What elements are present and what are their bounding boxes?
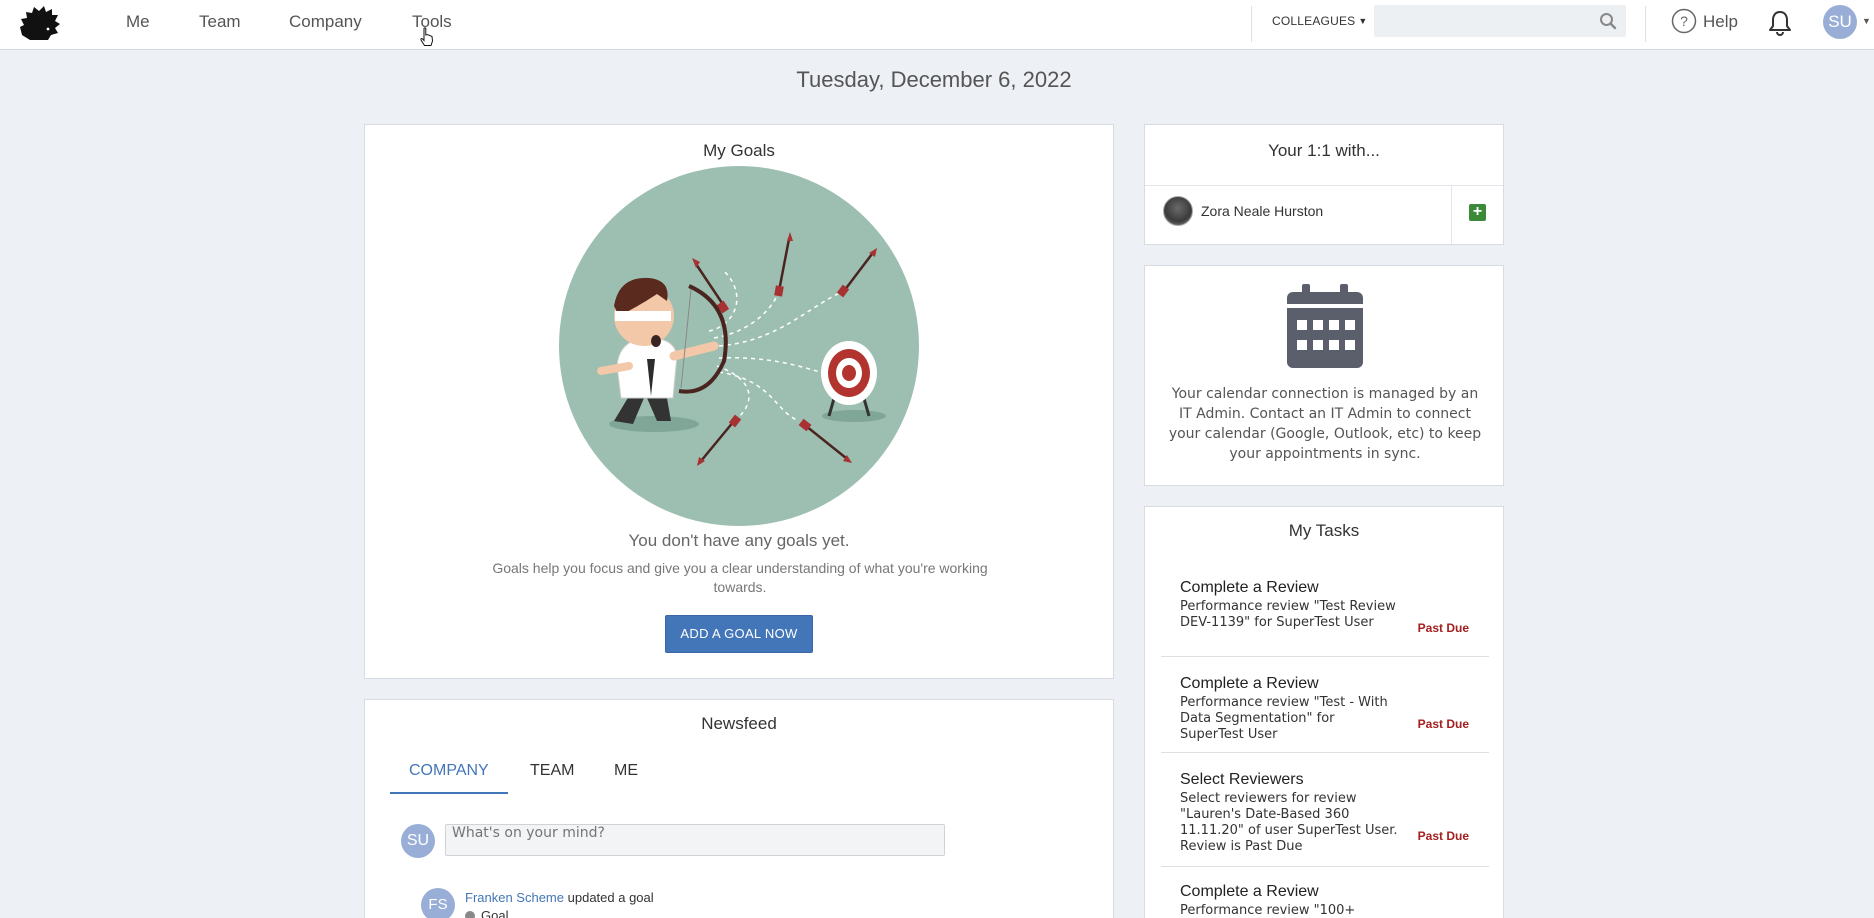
search-icon[interactable] <box>1599 12 1617 30</box>
search-input[interactable] <box>1374 5 1594 37</box>
nav-divider <box>1251 6 1252 42</box>
task-status-badge: Past Due <box>1417 717 1469 731</box>
newsfeed-title: Newsfeed <box>701 714 777 733</box>
feed-item-subject-label: Goal <box>481 908 509 918</box>
search-box <box>1374 5 1626 37</box>
task-description: Performance review "Test - With Data Seg… <box>1180 695 1388 742</box>
nav-team[interactable]: Team <box>199 12 241 32</box>
active-tab-indicator <box>390 792 508 794</box>
goal-dot-icon <box>465 911 475 918</box>
colleagues-label: COLLEAGUES <box>1272 14 1356 28</box>
tab-company[interactable]: COMPANY <box>409 762 489 780</box>
calendar-admin-message: Your calendar connection is managed by a… <box>1168 386 1482 462</box>
add-goal-button[interactable]: ADD A GOAL NOW <box>665 615 813 653</box>
feed-item-headline: Franken Scheme updated a goal <box>465 890 654 905</box>
one-on-one-person-name[interactable]: Zora Neale Hurston <box>1201 203 1323 219</box>
task-description: Select reviewers for review "Lauren's Da… <box>1180 791 1398 854</box>
calendar-card: Your calendar connection is managed by a… <box>1144 265 1504 486</box>
task-item[interactable]: Complete a Review Performance review "10… <box>1161 883 1489 918</box>
composer-avatar: SU <box>401 824 435 858</box>
goals-description: Goals help you focus and give you a clea… <box>492 560 988 595</box>
divider <box>1451 186 1452 246</box>
my-goals-card: My Goals You don't have any goals yet. G… <box>364 124 1114 679</box>
nav-company[interactable]: Company <box>289 12 362 32</box>
task-description: Performance review "Test Review DEV-1139… <box>1180 599 1396 630</box>
page-date: Tuesday, December 6, 2022 <box>796 67 1072 92</box>
task-title: Select Reviewers <box>1180 771 1304 788</box>
feed-item-action: updated a goal <box>567 890 654 905</box>
nav-me[interactable]: Me <box>126 12 150 32</box>
task-item[interactable]: Complete a Review Performance review "Te… <box>1161 675 1489 753</box>
task-title: Complete a Review <box>1180 675 1319 692</box>
caret-down-icon[interactable]: ▼ <box>1862 16 1871 26</box>
task-item[interactable]: Complete a Review Performance review "Te… <box>1161 579 1489 657</box>
feed-item-subject: Goal <box>465 908 508 918</box>
help-label: Help <box>1703 12 1738 31</box>
notifications-bell-icon[interactable] <box>1766 9 1794 37</box>
user-avatar[interactable]: SU <box>1823 5 1857 39</box>
task-title: Complete a Review <box>1180 883 1319 900</box>
hedgehog-logo-icon[interactable] <box>18 5 62 43</box>
one-on-one-card: Your 1:1 with... Zora Neale Hurston + <box>1144 124 1504 246</box>
feed-item-author-link[interactable]: Franken Scheme <box>465 890 564 905</box>
hand-pointer-cursor-icon <box>420 27 434 46</box>
post-composer-input[interactable] <box>445 824 945 856</box>
question-circle-icon: ? <box>1671 8 1697 34</box>
tab-me[interactable]: ME <box>614 762 638 780</box>
task-title: Complete a Review <box>1180 579 1319 596</box>
no-goals-message: You don't have any goals yet. <box>628 531 850 550</box>
person-avatar[interactable] <box>1163 196 1193 226</box>
svg-text:?: ? <box>1680 13 1688 29</box>
task-description: Performance review "100+ employee <box>1180 903 1356 918</box>
task-status-badge: Past Due <box>1417 621 1469 635</box>
colleagues-dropdown[interactable]: COLLEAGUES ▼ <box>1272 14 1367 28</box>
add-one-on-one-plus-icon[interactable]: + <box>1469 204 1486 221</box>
calendar-icon <box>1287 284 1363 368</box>
caret-down-icon: ▼ <box>1358 16 1368 26</box>
top-navbar: Me Team Company Tools COLLEAGUES ▼ ? Help… <box>0 0 1874 50</box>
my-tasks-card: My Tasks Complete a Review Performance r… <box>1144 506 1504 918</box>
tab-team[interactable]: TEAM <box>530 762 574 780</box>
archer-target-illustration <box>559 166 919 526</box>
one-on-one-title: Your 1:1 with... <box>1268 141 1380 160</box>
my-tasks-title: My Tasks <box>1288 521 1360 540</box>
nav-divider <box>1645 6 1646 42</box>
feed-item-avatar[interactable]: FS <box>421 888 455 918</box>
divider <box>1145 185 1503 186</box>
task-item[interactable]: Select Reviewers Select reviewers for re… <box>1161 771 1489 867</box>
newsfeed-card: Newsfeed COMPANY TEAM ME SU FS Franken S… <box>364 699 1114 918</box>
my-goals-title: My Goals <box>703 141 775 160</box>
task-status-badge: Past Due <box>1417 829 1469 843</box>
